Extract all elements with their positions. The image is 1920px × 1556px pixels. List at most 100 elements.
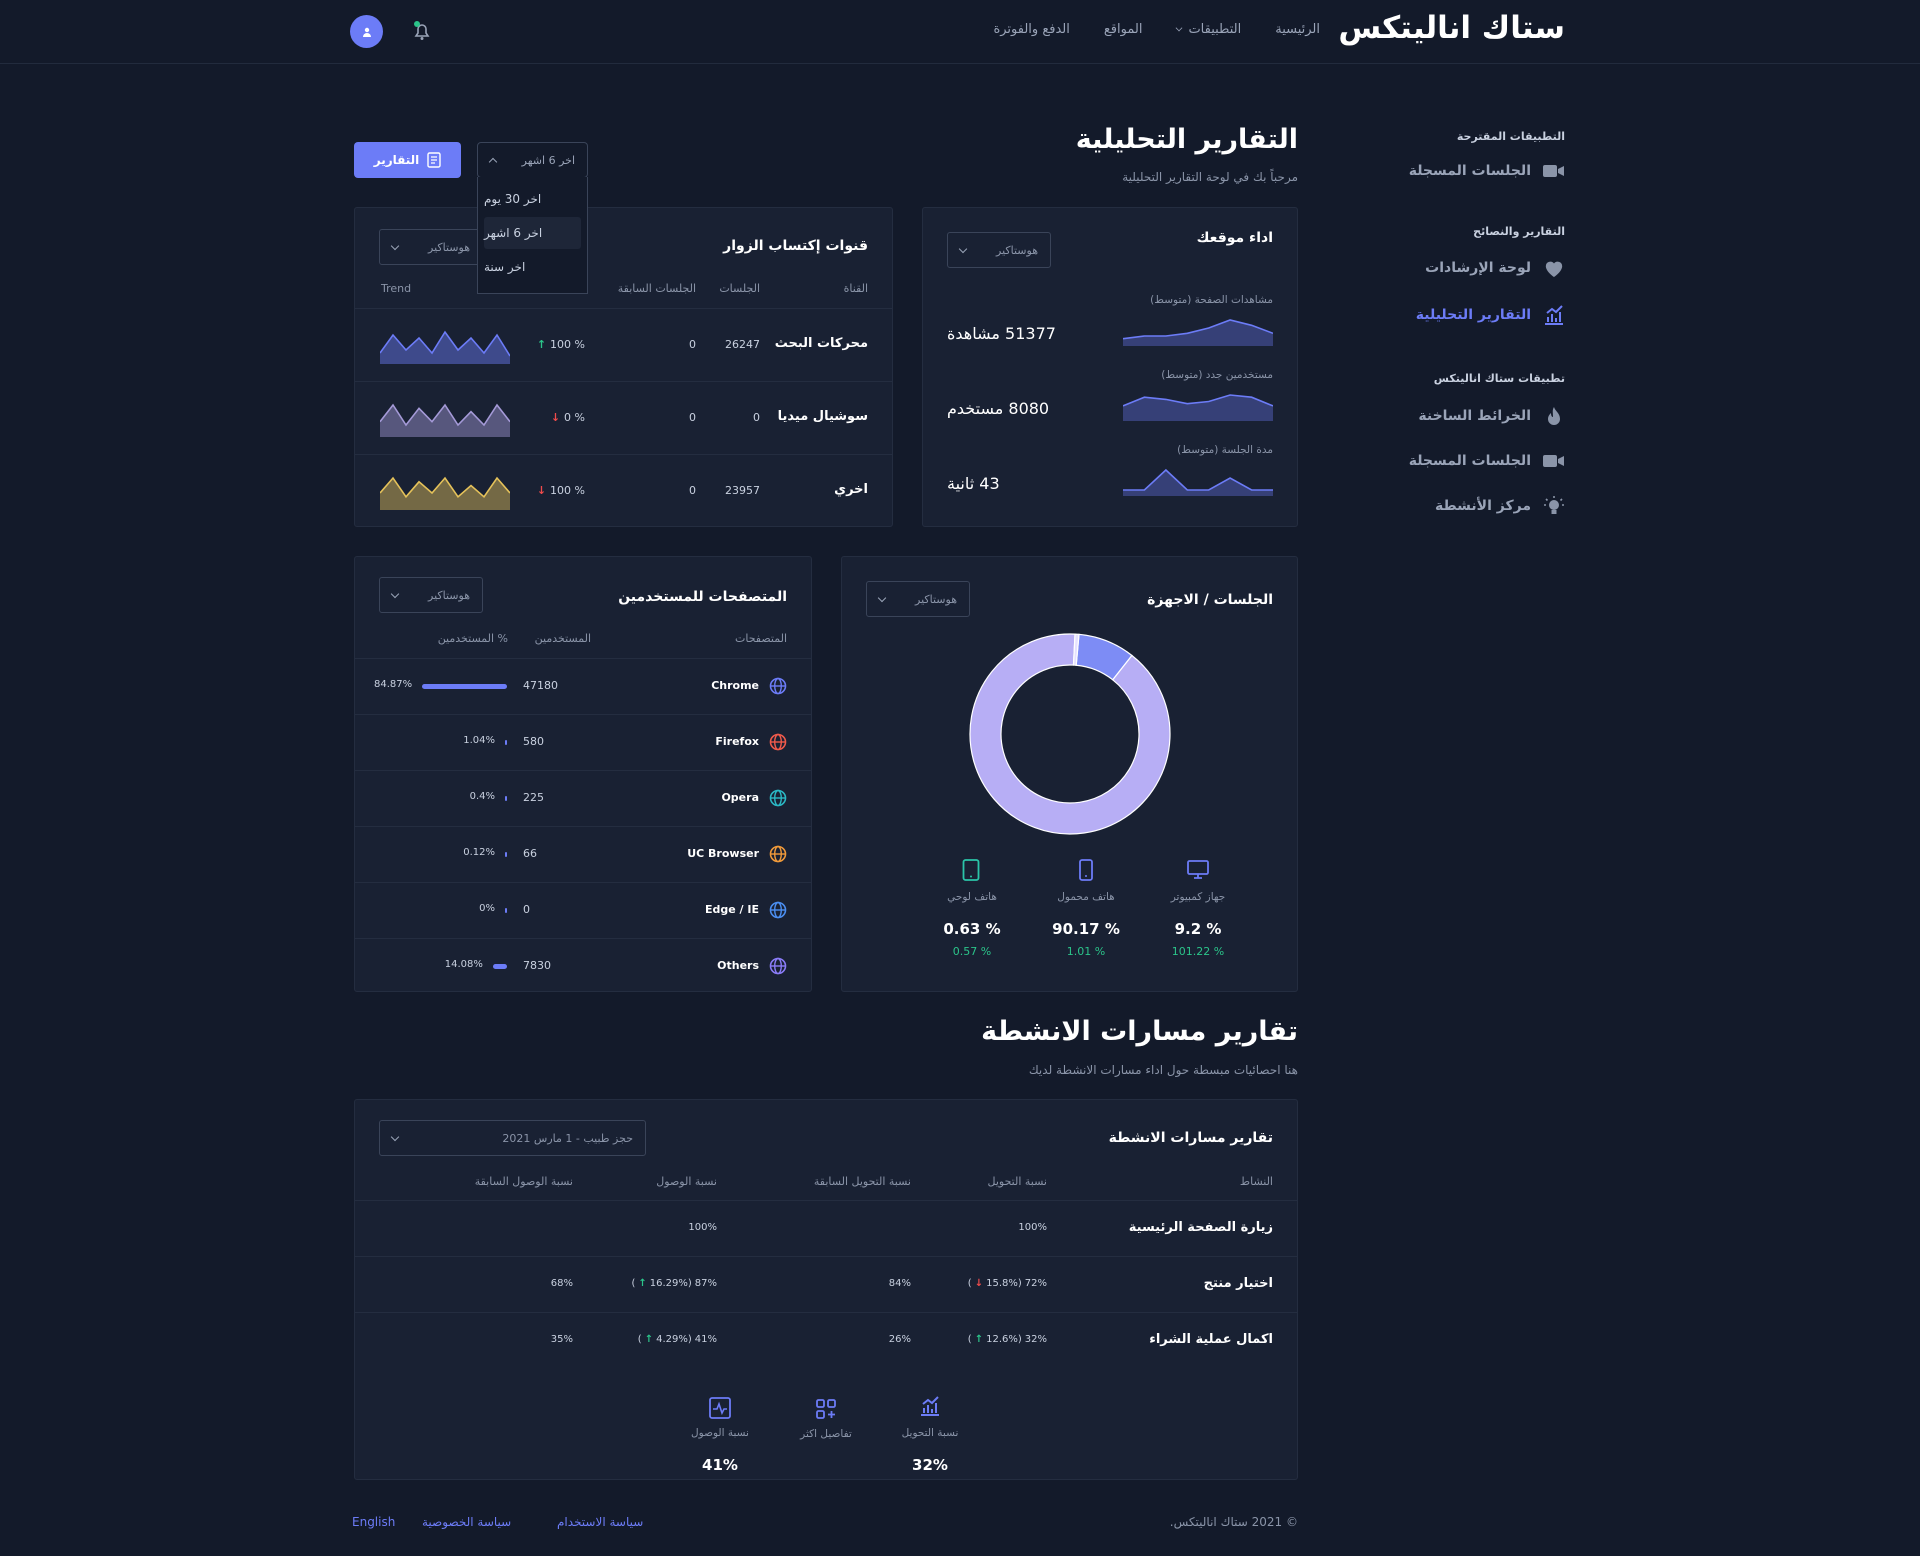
sidebar-item-label: الجلسات المسجلة [1408,453,1531,469]
channel-prev-sessions: 0 [689,411,696,424]
column-header: المستخدمين [534,632,591,645]
donut-slice-mobile[interactable] [969,633,1171,835]
funnel-step-name: اكمال عملية الشراء [1149,1332,1273,1347]
chevron-down-icon [958,244,968,253]
browser-share-bar [505,796,507,801]
sidebar-item-heatmaps[interactable]: الخرائط الساخنة [1365,405,1565,427]
device-change: % 1.01 [1066,945,1106,958]
paren-open: ( [967,1278,972,1289]
footer-link-language[interactable]: English [352,1515,395,1529]
browser-users: 47180 [523,679,558,692]
chevron-up-icon [488,157,498,166]
globe-icon [769,901,787,919]
metric-value: 8080 مستخدم [947,399,1050,418]
sparkline-area [380,405,510,437]
filter-value: هوستاكير [915,592,957,606]
funnels-section-subtitle: هنا احصائيات مبسطة حول اداء مسارات الانش… [1028,1063,1298,1077]
channels-filter-select[interactable]: هوستاكير [379,229,483,265]
devices-donut-chart [969,633,1171,835]
flame-icon [1548,407,1560,425]
brand-logo[interactable]: ستاك اناليتكس [1338,10,1565,46]
performance-filter-select[interactable]: هوستاكير [947,232,1051,268]
browser-users: 66 [523,847,537,860]
nav-apps-label: التطبيقات [1188,22,1242,37]
channel-prev-sessions: 0 [689,484,696,497]
sidebar-item-recordings-2[interactable]: الجلسات المسجلة [1365,453,1565,469]
device-percent: % 0.63 [943,920,1001,938]
funnel-filter-select[interactable]: حجز طبيب - 1 مارس 2021 [379,1120,646,1156]
sidebar-item-recordings[interactable]: الجلسات المسجلة [1365,163,1565,179]
arrow-up-icon: ↑ [638,1278,647,1289]
reports-button-label: التقارير [373,153,420,167]
browser-share-pct: 84.87% [374,679,413,690]
sidebar-item-activity-center[interactable]: مركز الأنشطة [1365,495,1565,517]
sidebar-item-reports[interactable]: التقارير التحليلية [1365,304,1565,326]
date-range-select[interactable]: اخر 6 اشهر [477,142,588,178]
device-change: % 0.57 [952,945,992,958]
footer-link-terms[interactable]: سياسة الاستخدام [557,1515,643,1529]
card-title: اداء موقعك [1196,230,1273,246]
card-title: الجلسات / الاجهزة [1147,592,1273,608]
row-divider [355,882,811,883]
browser-users: 7830 [523,959,551,972]
channel-change-value: % 100 [550,338,585,351]
globe-icon [769,677,787,695]
row-divider [355,938,811,939]
nav-home[interactable]: الرئيسية [1275,22,1320,37]
funnel-change-value: 12.6%) [986,1334,1022,1345]
device-label: هاتف محمول [1057,891,1115,903]
channel-change: % 0 ↓ [551,411,585,424]
funnel-main-value: 41% [694,1334,717,1345]
metric-value: 51377 مشاهدة [947,324,1056,343]
browsers-filter-select[interactable]: هوستاكير [379,577,483,613]
channel-trend-sparkline [380,403,510,437]
summary-label: نسبة الوصول [691,1427,749,1439]
sidebar-item-label: الجلسات المسجلة [1408,163,1531,179]
row-divider [355,770,811,771]
range-option-1y[interactable]: اخر سنة [484,251,581,283]
sparkline-line [1123,468,1273,491]
chart-icon [921,1396,939,1416]
funnel-reach-prev: 35% [550,1334,573,1345]
filter-value: حجز طبيب - 1 مارس 2021 [502,1131,633,1145]
column-header: الجلسات السابقة [617,282,696,295]
user-avatar[interactable] [350,15,383,48]
notification-bell-icon[interactable] [410,19,434,43]
funnel-conv: (↑ 12.6%) 32% [968,1334,1047,1345]
reports-button[interactable]: التقارير [354,142,461,178]
metric-sparkline [1123,319,1273,346]
nav-billing[interactable]: الدفع والفوترة [993,22,1069,37]
arrow-down-icon: ↓ [974,1278,984,1289]
browser-name: Chrome [711,679,759,692]
row-divider [355,826,811,827]
devices-filter-select[interactable]: هوستاكير [866,581,970,617]
column-header: القناة [843,282,868,295]
chevron-down-icon [390,589,400,598]
card-title: قنوات إكتساب الزوار [723,238,868,254]
column-header: نسبة التحويل السابقة [813,1175,911,1188]
video-icon [1543,455,1564,467]
nav-apps[interactable]: التطبيقات [1176,22,1241,37]
channel-sessions: 23957 [725,484,760,497]
row-divider [355,454,892,455]
funnel-main-value: 100% [688,1222,717,1233]
funnel-reach: (↑ 16.29%) 87% [631,1278,717,1289]
sidebar-item-guides[interactable]: لوحة الإرشادات [1365,258,1565,278]
summary-label[interactable]: تفاصيل اكثر [776,1428,876,1440]
sidebar-section-title: التقارير والنصائح [1473,225,1565,238]
nav-sites[interactable]: المواقع [1104,22,1143,37]
column-header: نسبة الوصول السابقة [474,1175,573,1188]
channel-trend-sparkline [380,476,510,510]
paren-open: ( [631,1278,636,1289]
visitor-channels-card: قنوات إكتساب الزوار هوستاكير القناة الجل… [354,207,893,527]
page-subtitle: مرحباً بك في لوحة التقارير التحليلية [1122,170,1298,184]
channel-change: % 100 ↑ [537,338,585,351]
chevron-down-icon [390,1132,400,1141]
range-option-6m[interactable]: اخر 6 اشهر [484,217,581,249]
footer-link-privacy[interactable]: سياسة الخصوصية [422,1515,511,1529]
device-percent: % 9.2 [1174,920,1222,938]
row-divider [355,1312,1297,1313]
bulb-icon [1544,496,1564,514]
range-option-30d[interactable]: اخر 30 يوم [484,183,581,215]
sidebar-section-title: تطبيقات ستاك اناليتكس [1433,372,1565,385]
